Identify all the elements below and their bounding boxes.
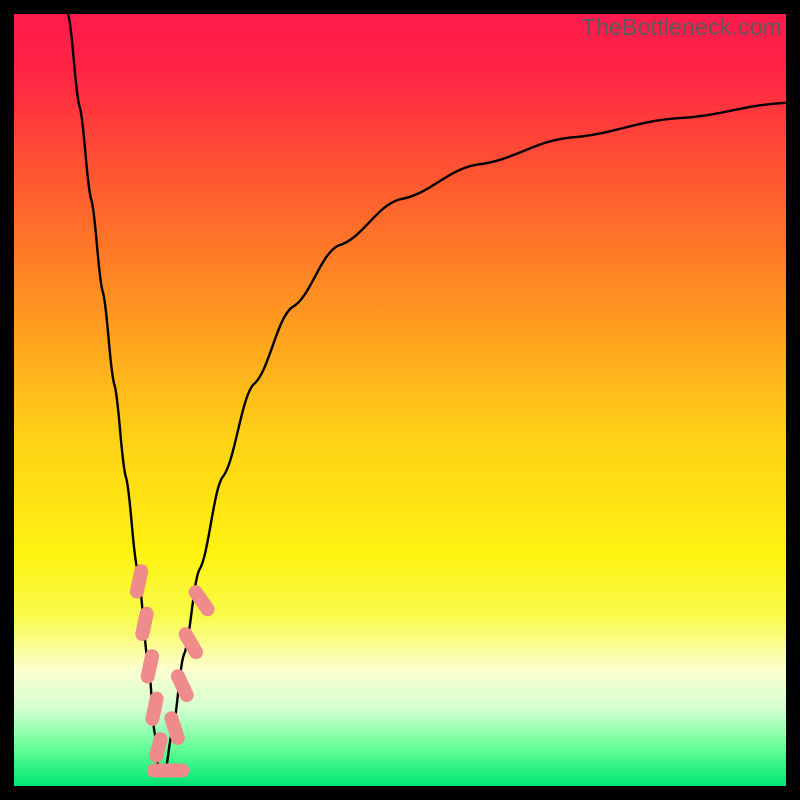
marker-pill [166, 764, 189, 778]
gradient-background [14, 14, 786, 786]
chart-frame: TheBottleneck.com [0, 0, 800, 800]
plot-area [14, 14, 786, 786]
watermark-text: TheBottleneck.com [582, 14, 782, 41]
chart-svg [14, 14, 786, 786]
